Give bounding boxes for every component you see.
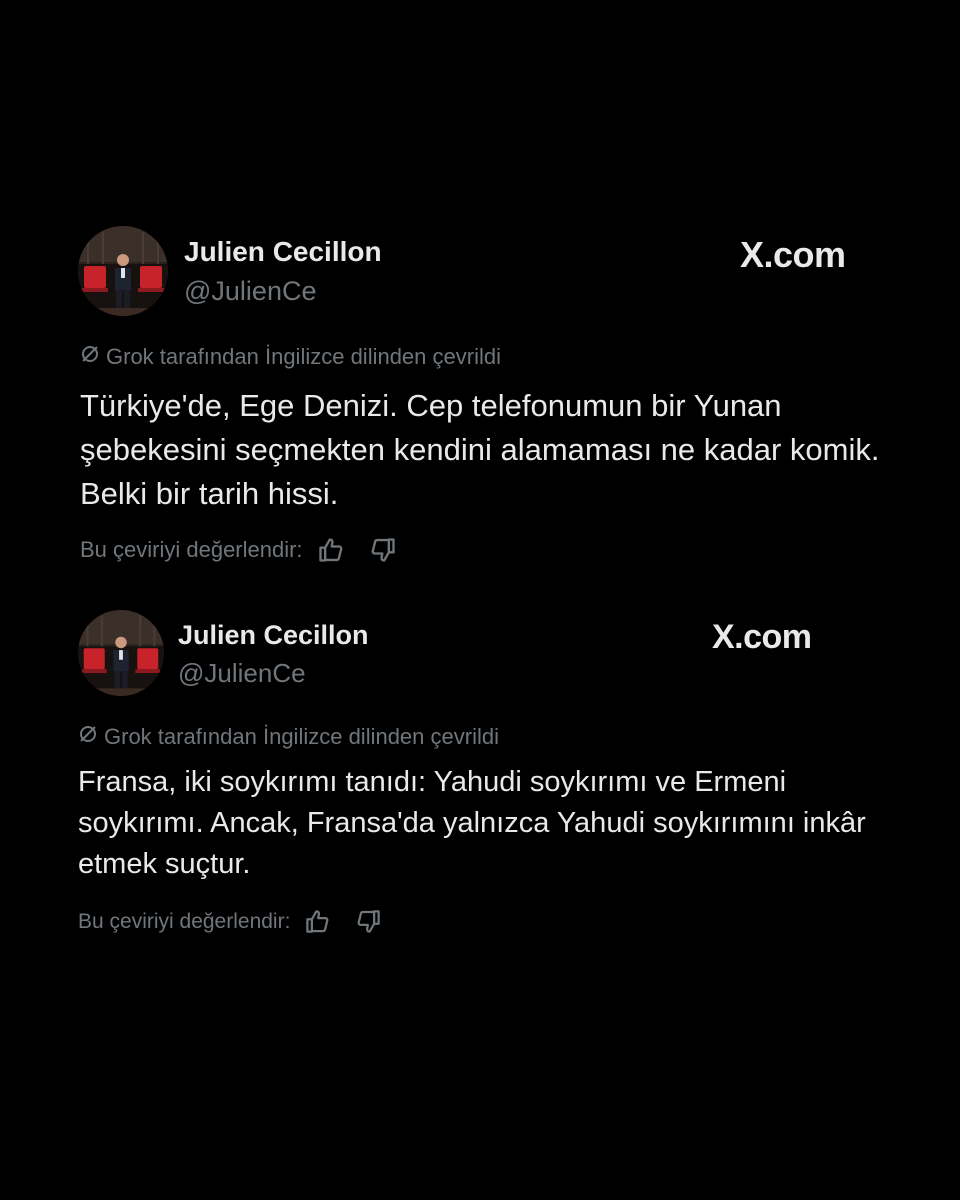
brand-label: X.com — [712, 618, 812, 656]
avatar[interactable] — [78, 226, 168, 316]
tweet-card: Julien Cecillon @JulienCe X.com Grok tar… — [0, 600, 960, 1200]
translation-note-text: Grok tarafından İngilizce dilinden çevri… — [106, 344, 501, 369]
author-handle[interactable]: @JulienCe — [178, 658, 306, 689]
thumbs-down-icon[interactable] — [369, 536, 397, 564]
brand-label: X.com — [740, 234, 846, 275]
thumbs-up-icon[interactable] — [304, 908, 331, 935]
avatar-photo-icon — [78, 610, 164, 696]
rate-translation-label: Bu çeviriyi değerlendir: — [78, 909, 291, 933]
author-handle[interactable]: @JulienCe — [184, 276, 316, 307]
rate-translation-label: Bu çeviriyi değerlendir: — [80, 537, 303, 562]
tweet-text: Türkiye'de, Ege Denizi. Cep telefonumun … — [80, 388, 880, 512]
tweet-text: Fransa, iki soykırımı tanıdı: Yahudi soy… — [78, 766, 866, 881]
author-name[interactable]: Julien Cecillon — [184, 236, 382, 268]
avatar[interactable] — [78, 610, 164, 696]
rate-translation-row: Bu çeviriyi değerlendir: — [80, 536, 397, 564]
thumbs-up-icon[interactable] — [317, 536, 345, 564]
thumbs-down-icon[interactable] — [355, 908, 382, 935]
translation-note-text: Grok tarafından İngilizce dilinden çevri… — [104, 724, 499, 749]
translation-note: Grok tarafından İngilizce dilinden çevri… — [80, 344, 501, 370]
tweet-card: Julien Cecillon @JulienCe X.com Grok tar… — [0, 0, 960, 600]
avatar-photo-icon — [78, 226, 168, 316]
translate-icon — [78, 724, 104, 750]
translation-note: Grok tarafından İngilizce dilinden çevri… — [78, 724, 499, 750]
translate-icon — [80, 344, 106, 370]
author-name[interactable]: Julien Cecillon — [178, 620, 369, 651]
rate-translation-row: Bu çeviriyi değerlendir: — [78, 908, 382, 935]
